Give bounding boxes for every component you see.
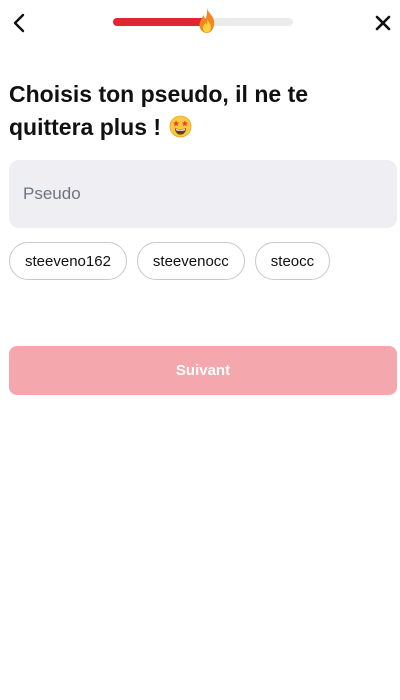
chevron-left-icon bbox=[13, 13, 25, 33]
pseudo-field[interactable] bbox=[9, 160, 397, 228]
top-bar bbox=[0, 0, 400, 48]
progress-bar bbox=[113, 8, 293, 33]
page-title-text: Choisis ton pseudo, il ne te quittera pl… bbox=[9, 81, 309, 140]
back-button[interactable] bbox=[6, 8, 34, 38]
close-icon bbox=[375, 15, 391, 31]
next-button[interactable]: Suivant bbox=[9, 346, 397, 395]
close-button[interactable] bbox=[368, 8, 398, 38]
pseudo-input[interactable] bbox=[9, 160, 397, 228]
suggestion-chip[interactable]: steevenocc bbox=[136, 242, 245, 280]
page-title: Choisis ton pseudo, il ne te quittera pl… bbox=[9, 78, 389, 144]
star-struck-emoji-icon bbox=[170, 115, 192, 138]
flame-icon bbox=[199, 8, 214, 33]
progress-fill bbox=[113, 18, 207, 26]
suggestion-list: steeveno162 steevenocc steocc bbox=[9, 242, 331, 280]
suggestion-chip[interactable]: steeveno162 bbox=[9, 242, 127, 280]
pseudo-screen: Choisis ton pseudo, il ne te quittera pl… bbox=[0, 0, 400, 700]
suggestion-chip[interactable]: steocc bbox=[254, 242, 331, 280]
